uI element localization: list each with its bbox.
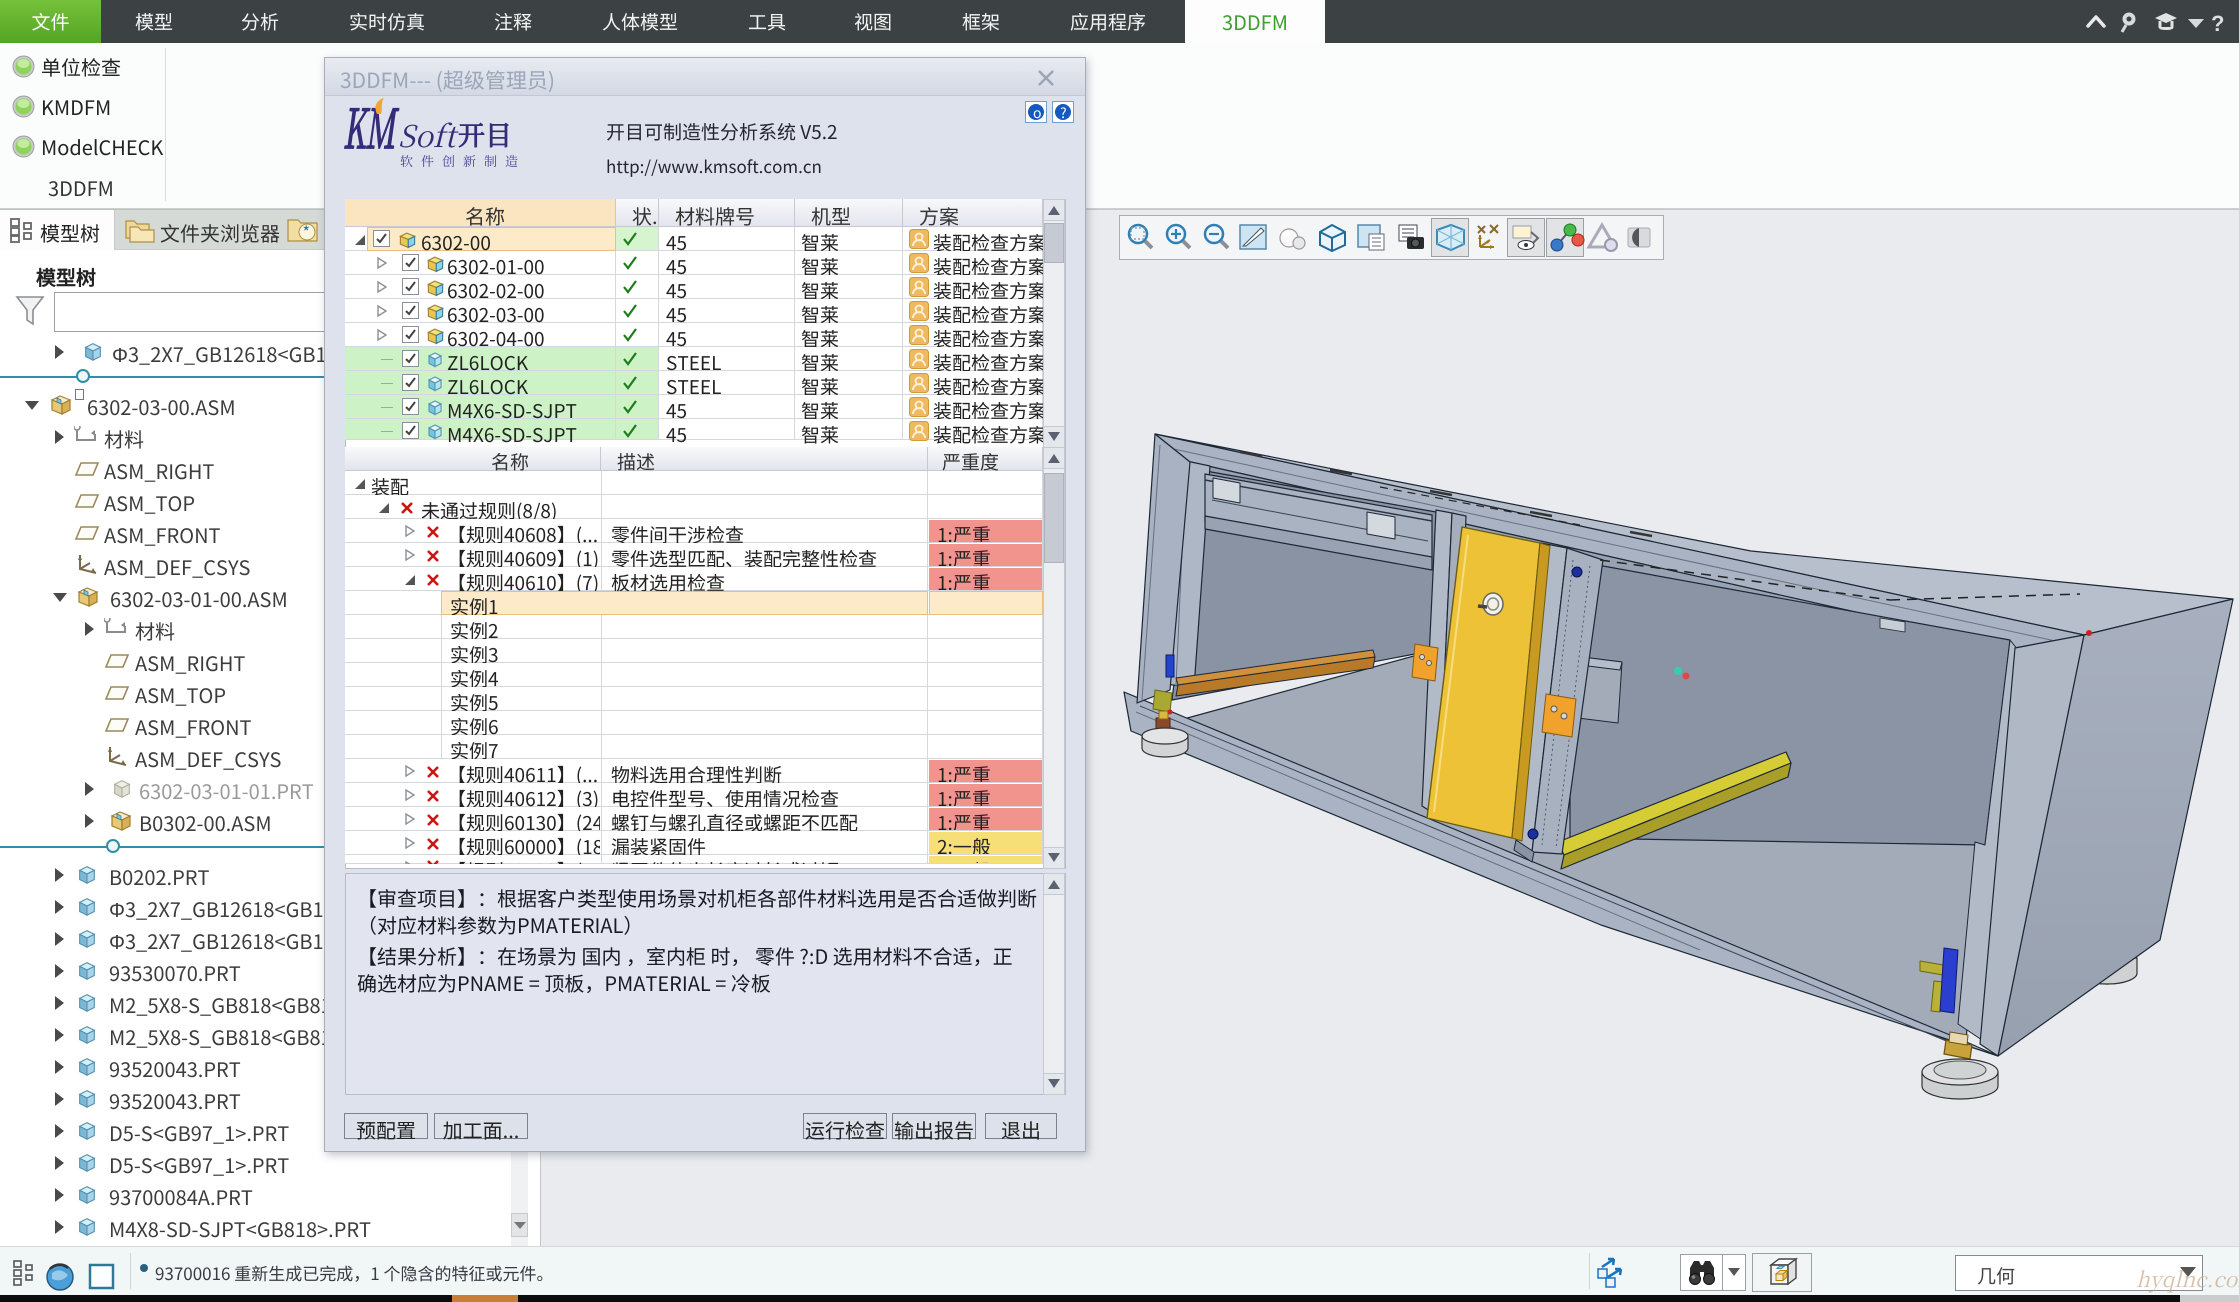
svg-text:?: ? <box>2211 11 2224 36</box>
svg-text:开目: 开目 <box>458 114 512 153</box>
svg-text:软件创新制造: 软件创新制造 <box>400 151 526 170</box>
svg-text:Soft: Soft <box>398 112 460 156</box>
svg-text:*: * <box>303 219 310 243</box>
svg-text:KM: KM <box>343 98 400 164</box>
